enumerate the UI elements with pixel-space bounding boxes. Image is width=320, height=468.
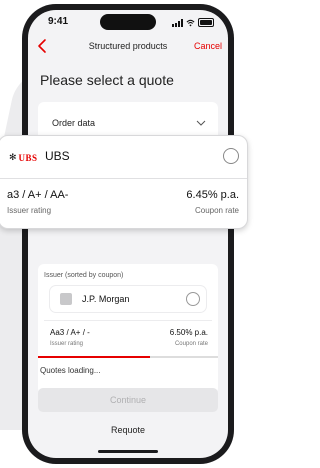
issuer-rating-label: Issuer rating bbox=[7, 206, 52, 215]
issuer-radio[interactable] bbox=[186, 292, 200, 306]
home-indicator bbox=[98, 450, 158, 453]
issuer-rating-label: Issuer rating bbox=[50, 341, 84, 347]
quotes-progress-bar bbox=[38, 356, 218, 358]
divider bbox=[44, 320, 212, 321]
issuer-list-header: Issuer (sorted by coupon) bbox=[44, 272, 124, 279]
issuer-rating-value: a3 / A+ / AA- bbox=[7, 189, 69, 201]
continue-button[interactable]: Continue bbox=[38, 388, 218, 412]
ubs-logo-text: UBS bbox=[18, 152, 38, 163]
coupon-rate-label: Coupon rate bbox=[194, 206, 239, 215]
cancel-button[interactable]: Cancel bbox=[194, 41, 222, 51]
quote-radio[interactable] bbox=[223, 148, 239, 164]
status-time: 9:41 bbox=[48, 16, 69, 27]
coupon-rate-value: 6.45% p.a. bbox=[186, 189, 239, 201]
quotes-progress-fill bbox=[38, 356, 150, 358]
chevron-down-icon bbox=[196, 120, 206, 126]
nav-bar: Structured products Cancel bbox=[28, 38, 228, 58]
selected-quote-card-ubs[interactable]: ✻ UBS UBS a3 / A+ / AA- Issuer rating 6.… bbox=[0, 135, 248, 229]
issuer-name: UBS bbox=[45, 149, 70, 163]
divider bbox=[0, 178, 247, 179]
issuer-name: J.P. Morgan bbox=[82, 294, 130, 304]
signal-icon bbox=[172, 18, 183, 27]
issuer-row-jpmorgan[interactable]: J.P. Morgan bbox=[50, 286, 206, 312]
ubs-logo: ✻ UBS bbox=[9, 152, 38, 163]
coupon-rate-value: 6.50% p.a. bbox=[169, 328, 208, 337]
section-heading: Please select a quote bbox=[40, 72, 174, 88]
jpmorgan-logo-icon bbox=[60, 293, 72, 305]
phone-screen: 9:41 Structured products Cancel Please s… bbox=[28, 10, 228, 458]
status-bar: 9:41 bbox=[28, 16, 228, 32]
battery-icon bbox=[198, 18, 214, 27]
order-data-label: Order data bbox=[52, 118, 96, 128]
phone-frame: 9:41 Structured products Cancel Please s… bbox=[22, 4, 234, 464]
issuer-rating-value: Aa3 / A+ / - bbox=[50, 328, 90, 337]
quotes-loading-text: Quotes loading... bbox=[40, 366, 101, 375]
coupon-rate-label: Coupon rate bbox=[174, 341, 208, 347]
status-icons bbox=[172, 18, 214, 27]
ubs-keys-icon: ✻ bbox=[9, 152, 17, 162]
wifi-icon bbox=[186, 19, 195, 26]
requote-button[interactable]: Requote bbox=[38, 420, 218, 440]
